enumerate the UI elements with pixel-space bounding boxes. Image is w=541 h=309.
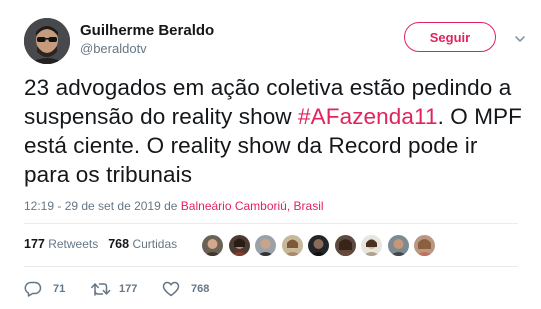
reply-icon — [24, 281, 42, 297]
likes-stat-count: 768 — [108, 237, 130, 251]
liker-avatar[interactable] — [255, 235, 276, 256]
reply-count: 71 — [53, 283, 66, 295]
retweets-stat-label: Retweets — [48, 237, 99, 251]
liker-avatar[interactable] — [414, 235, 435, 256]
like-button[interactable]: 768 — [162, 281, 209, 297]
liker-avatar[interactable] — [308, 235, 329, 256]
user-handle[interactable]: @beraldotv — [80, 41, 147, 57]
likes-stat-label: Curtidas — [132, 237, 178, 251]
liker-avatar[interactable] — [281, 235, 303, 256]
liker-avatar[interactable] — [361, 235, 382, 256]
avatar-image — [24, 18, 70, 64]
location-link[interactable]: Balneário Camboriú, Brasil — [181, 199, 324, 213]
like-count: 768 — [191, 283, 210, 295]
liker-avatar[interactable] — [228, 235, 250, 256]
chevron-down-icon[interactable] — [514, 32, 526, 44]
tweet-text: 23 advogados em ação coletiva estão pedi… — [24, 73, 524, 189]
tweet-stats: 177 Retweets 768 Curtidas — [24, 236, 177, 252]
divider — [24, 266, 518, 267]
retweets-stat[interactable]: 177 Retweets — [24, 237, 98, 251]
divider — [24, 223, 518, 224]
follow-button[interactable]: Seguir — [404, 22, 496, 52]
tweet-time-date[interactable]: 12:19 - 29 de set de 2019 de — [24, 199, 181, 213]
tweet-actions: 71 177 768 — [24, 280, 209, 298]
retweet-button[interactable]: 177 — [90, 281, 162, 297]
reply-button[interactable]: 71 — [24, 281, 90, 297]
liker-avatar[interactable] — [387, 235, 409, 256]
retweets-stat-count: 177 — [24, 237, 45, 251]
retweet-count: 177 — [119, 283, 138, 295]
heart-icon — [162, 281, 180, 297]
liker-avatar[interactable] — [334, 235, 356, 256]
hashtag-link[interactable]: #AFazenda11 — [298, 104, 438, 129]
tweet-timestamp: 12:19 - 29 de set de 2019 de Balneário C… — [24, 198, 324, 214]
avatar[interactable] — [24, 18, 70, 64]
likers-avatars — [202, 235, 441, 256]
liker-avatar[interactable] — [202, 235, 223, 256]
retweet-icon — [90, 281, 112, 297]
likes-stat[interactable]: 768 Curtidas — [108, 237, 177, 251]
user-name[interactable]: Guilherme Beraldo — [80, 22, 214, 40]
